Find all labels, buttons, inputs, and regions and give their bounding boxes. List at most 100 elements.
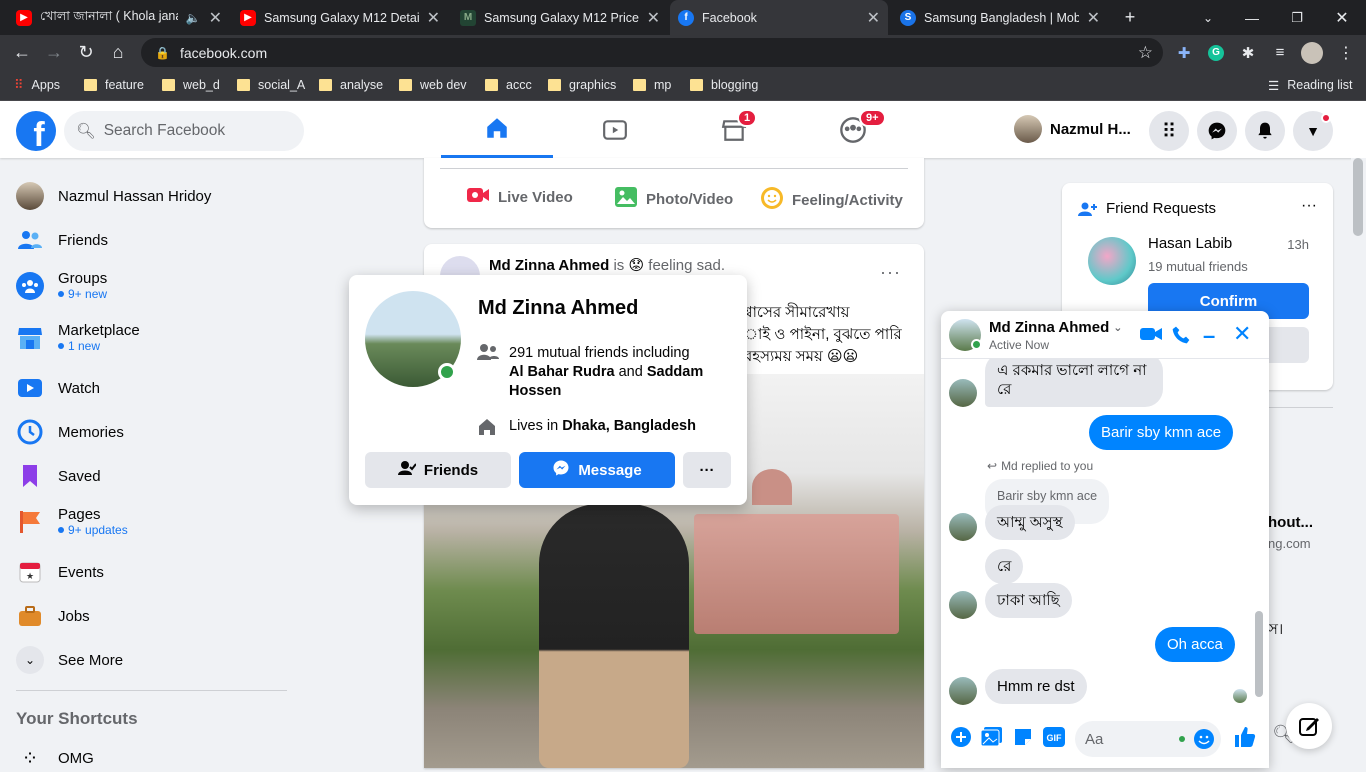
browser-tab[interactable]: ▶ Samsung Galaxy M12 Details ✕ xyxy=(232,0,448,35)
account-menu-button[interactable]: ▼ xyxy=(1293,111,1333,151)
page-scrollbar[interactable] xyxy=(1351,158,1366,768)
bookmark-folder[interactable]: mp xyxy=(633,70,671,100)
sidebar-item-memories[interactable]: Memories xyxy=(16,418,124,446)
close-tab-icon[interactable]: ✕ xyxy=(1087,8,1100,28)
avatar[interactable] xyxy=(1088,237,1136,285)
message-input[interactable]: Aa xyxy=(1075,721,1221,757)
bookmark-folder[interactable]: web dev xyxy=(399,70,467,100)
sponsored-domain: ng.com xyxy=(1268,536,1311,551)
sidebar-item-friends[interactable]: Friends xyxy=(16,226,108,254)
grammarly-icon[interactable]: G xyxy=(1200,35,1232,70)
minimize-chat-icon[interactable]: – xyxy=(1203,323,1215,349)
photo-video-button[interactable]: Photo/Video xyxy=(614,186,733,212)
close-tab-icon[interactable]: ✕ xyxy=(867,8,880,28)
search-input[interactable]: 🔍︎ Search Facebook xyxy=(64,111,304,151)
bookmark-folder[interactable]: accc xyxy=(485,70,532,100)
minimize-icon[interactable]: — xyxy=(1232,0,1272,35)
options-button[interactable]: ··· xyxy=(1301,197,1317,215)
like-icon[interactable] xyxy=(1233,725,1257,754)
sidebar-item-profile[interactable]: Nazmul Hassan Hridoy xyxy=(16,182,211,210)
close-tab-icon[interactable]: ✕ xyxy=(427,8,440,28)
menu-kebab-icon[interactable]: ⋮ xyxy=(1330,35,1362,70)
scrollbar-thumb[interactable] xyxy=(1255,611,1263,697)
bookmark-apps[interactable]: ⠿ Apps xyxy=(14,70,60,100)
window-close-icon[interactable]: ✕ xyxy=(1322,0,1362,35)
close-chat-icon[interactable]: ✕ xyxy=(1233,321,1251,347)
message-incoming[interactable]: ঢাকা আছি xyxy=(985,583,1072,618)
scrollbar-thumb[interactable] xyxy=(1353,158,1363,236)
browser-tab[interactable]: S Samsung Bangladesh | Mobil ✕ xyxy=(892,0,1108,35)
bookmark-folder[interactable]: web_d xyxy=(162,70,220,100)
bookmark-folder[interactable]: feature xyxy=(84,70,144,100)
extensions-puzzle-icon[interactable]: ✱ xyxy=(1232,35,1264,70)
friends-button[interactable]: Friends xyxy=(365,452,511,488)
message-incoming[interactable]: Hmm re dst xyxy=(985,669,1087,704)
extension-icon[interactable]: ✚ xyxy=(1168,35,1200,70)
plus-icon[interactable] xyxy=(951,727,971,752)
sidebar-item-see-more[interactable]: ⌄ See More xyxy=(16,646,123,674)
phone-call-icon[interactable] xyxy=(1171,325,1191,350)
menu-grid-button[interactable]: ⠿ xyxy=(1149,111,1189,151)
sidebar-item-pages[interactable]: Pages 9+ updates xyxy=(16,506,128,537)
hovercard-name[interactable]: Md Zinna Ahmed xyxy=(478,297,638,320)
facebook-logo[interactable]: f xyxy=(16,111,56,151)
reload-icon[interactable]: ↻ xyxy=(70,35,102,70)
notifications-button[interactable] xyxy=(1245,111,1285,151)
chat-contact-name[interactable]: Md Zinna Ahmed ⌄ xyxy=(989,319,1123,336)
more-options-button[interactable]: ··· xyxy=(683,452,731,488)
browser-tab[interactable]: ▶ খোলা জানালা ( Khola jana 🔈 ✕ xyxy=(8,0,230,35)
post-options-button[interactable]: ··· xyxy=(880,262,901,283)
message-incoming[interactable]: এ রকমার ভালো লাগে না রে xyxy=(985,359,1163,407)
bookmark-folder[interactable]: blogging xyxy=(690,70,758,100)
profile-shortcut[interactable]: Nazmul H... xyxy=(1014,115,1131,143)
feeling-activity-button[interactable]: Feeling/Activity xyxy=(760,186,903,214)
message-incoming[interactable]: আম্মু অসুস্থ xyxy=(985,505,1075,540)
gif-icon[interactable]: GIF xyxy=(1043,727,1065,752)
bookmark-star-icon[interactable]: ☆ xyxy=(1138,43,1153,63)
sidebar-item-jobs[interactable]: Jobs xyxy=(16,602,90,630)
photo-icon[interactable] xyxy=(980,727,1003,752)
messenger-button[interactable] xyxy=(1197,111,1237,151)
sidebar-item-marketplace[interactable]: Marketplace 1 new xyxy=(16,322,140,353)
message-incoming[interactable]: রে xyxy=(985,549,1024,584)
home-icon[interactable]: ⌂ xyxy=(102,35,134,70)
requester-name[interactable]: Hasan Labib xyxy=(1148,235,1232,252)
chat-scrollbar[interactable] xyxy=(1255,365,1263,705)
sidebar-item-groups[interactable]: Groups 9+ new xyxy=(16,270,107,301)
message-button[interactable]: Message xyxy=(519,452,675,488)
sidebar-item-saved[interactable]: Saved xyxy=(16,462,101,490)
nav-marketplace[interactable]: 1 xyxy=(678,101,790,158)
speaker-icon[interactable]: 🔈 xyxy=(186,11,201,25)
post-author[interactable]: Md Zinna Ahmed xyxy=(489,257,609,274)
bookmark-folder[interactable]: social_A xyxy=(237,70,305,100)
message-outgoing[interactable]: Oh acca xyxy=(1155,627,1235,662)
bookmark-folder[interactable]: graphics xyxy=(548,70,616,100)
address-bar[interactable]: 🔒 facebook.com ☆ xyxy=(141,38,1163,67)
new-tab-button[interactable]: + xyxy=(1110,0,1150,35)
nav-home[interactable] xyxy=(441,101,553,158)
reading-list[interactable]: ☰ Reading list xyxy=(1268,70,1353,100)
close-tab-icon[interactable]: ✕ xyxy=(209,8,222,28)
sticker-icon[interactable] xyxy=(1013,727,1033,752)
emoji-icon[interactable] xyxy=(1193,728,1215,754)
video-call-icon[interactable] xyxy=(1139,325,1163,348)
sidebar-item-watch[interactable]: Watch xyxy=(16,374,100,402)
message-outgoing[interactable]: Barir sby kmn ace xyxy=(1089,415,1234,450)
browser-tab-active[interactable]: f Facebook ✕ xyxy=(670,0,888,35)
back-icon[interactable]: ← xyxy=(6,35,38,70)
bookmark-folder[interactable]: analyse xyxy=(319,70,383,100)
forward-icon[interactable]: → xyxy=(38,35,70,70)
live-video-button[interactable]: Live Video xyxy=(466,186,573,208)
maximize-icon[interactable]: ❐ xyxy=(1277,0,1317,35)
nav-watch[interactable] xyxy=(559,101,671,158)
profile-avatar-icon[interactable] xyxy=(1296,35,1328,70)
sponsored-title[interactable]: hout... xyxy=(1268,514,1313,531)
bookmarks-bar: ⠿ Apps feature web_d social_A analyse web… xyxy=(0,70,1366,101)
close-tab-icon[interactable]: ✕ xyxy=(647,8,660,28)
new-message-button[interactable] xyxy=(1286,703,1332,749)
tab-search-icon[interactable]: ⌄ xyxy=(1188,0,1228,35)
nav-groups[interactable]: 9+ xyxy=(797,101,909,158)
sidebar-item-events[interactable]: ★ Events xyxy=(16,558,104,586)
media-control-icon[interactable]: ≡ xyxy=(1264,35,1296,70)
browser-tab[interactable]: M Samsung Galaxy M12 Price in ✕ xyxy=(452,0,668,35)
